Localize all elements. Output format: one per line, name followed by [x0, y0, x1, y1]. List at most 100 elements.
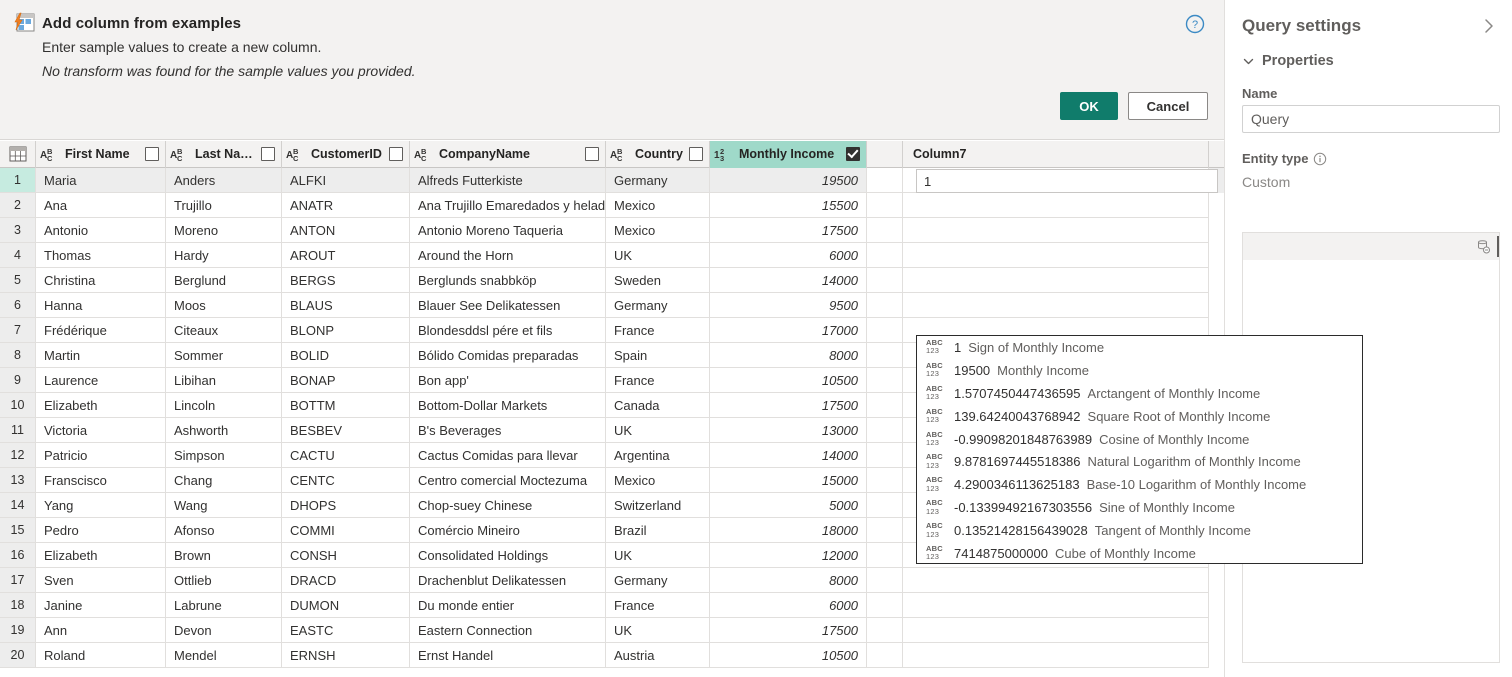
- table-cell[interactable]: UK: [606, 618, 710, 643]
- table-cell[interactable]: BERGS: [282, 268, 410, 293]
- suggestion-item[interactable]: ABC 123 9.8781697445518386 Natural Logarith…: [917, 450, 1362, 473]
- table-cell-empty[interactable]: [903, 593, 1209, 618]
- table-cell[interactable]: Centro comercial Moctezuma: [410, 468, 606, 493]
- select-all-table-icon[interactable]: [0, 140, 36, 168]
- table-cell[interactable]: Alfreds Futterkiste: [410, 168, 606, 193]
- table-cell[interactable]: Sven: [36, 568, 166, 593]
- table-cell[interactable]: 14000: [710, 268, 867, 293]
- properties-section-header[interactable]: Properties: [1242, 53, 1334, 69]
- table-cell[interactable]: Germany: [606, 568, 710, 593]
- table-cell[interactable]: Mexico: [606, 218, 710, 243]
- table-cell[interactable]: ERNSH: [282, 643, 410, 668]
- table-cell[interactable]: Wang: [166, 493, 282, 518]
- table-cell[interactable]: France: [606, 318, 710, 343]
- table-cell-empty[interactable]: [867, 493, 903, 518]
- table-cell[interactable]: Yang: [36, 493, 166, 518]
- table-cell[interactable]: Berglund: [166, 268, 282, 293]
- table-cell[interactable]: DHOPS: [282, 493, 410, 518]
- table-cell-empty[interactable]: [867, 518, 903, 543]
- table-cell[interactable]: AROUT: [282, 243, 410, 268]
- query-name-input[interactable]: [1242, 105, 1500, 133]
- table-cell-empty[interactable]: [903, 643, 1209, 668]
- table-cell[interactable]: EASTC: [282, 618, 410, 643]
- table-cell[interactable]: Ottlieb: [166, 568, 282, 593]
- suggestion-item[interactable]: ABC 123 1.5707450447436595 Arctangent of Mo…: [917, 382, 1362, 405]
- table-cell[interactable]: Blondesddsl pére et fils: [410, 318, 606, 343]
- table-cell[interactable]: Devon: [166, 618, 282, 643]
- table-cell[interactable]: Lincoln: [166, 393, 282, 418]
- grid-column-header-monthly-income[interactable]: 1 2 3 Monthly Income: [710, 140, 867, 168]
- table-cell-empty[interactable]: [867, 293, 903, 318]
- table-cell[interactable]: 15000: [710, 468, 867, 493]
- table-cell[interactable]: Elizabeth: [36, 543, 166, 568]
- table-cell[interactable]: 18000: [710, 518, 867, 543]
- table-cell[interactable]: CENTC: [282, 468, 410, 493]
- table-cell[interactable]: Patricio: [36, 443, 166, 468]
- table-cell[interactable]: Thomas: [36, 243, 166, 268]
- table-cell-empty[interactable]: [867, 268, 903, 293]
- table-cell[interactable]: Austria: [606, 643, 710, 668]
- table-cell[interactable]: Anders: [166, 168, 282, 193]
- table-cell[interactable]: Bon app': [410, 368, 606, 393]
- table-cell[interactable]: Spain: [606, 343, 710, 368]
- table-cell[interactable]: 12000: [710, 543, 867, 568]
- table-cell[interactable]: 15500: [710, 193, 867, 218]
- table-cell[interactable]: Labrune: [166, 593, 282, 618]
- grid-column-header-country[interactable]: A B C Country: [606, 140, 710, 168]
- table-row[interactable]: 4 Thomas Hardy AROUT Around the Horn UK 6000: [0, 243, 1224, 268]
- table-cell[interactable]: Chop-suey Chinese: [410, 493, 606, 518]
- table-cell[interactable]: UK: [606, 543, 710, 568]
- table-cell[interactable]: Eastern Connection: [410, 618, 606, 643]
- table-cell-empty[interactable]: [903, 618, 1209, 643]
- table-cell[interactable]: Victoria: [36, 418, 166, 443]
- grid-column-header-first-name[interactable]: A B C First Name: [36, 140, 166, 168]
- grid-column-header-column7[interactable]: Column7: [903, 140, 1209, 168]
- table-cell[interactable]: Consolidated Holdings: [410, 543, 606, 568]
- table-cell[interactable]: 5000: [710, 493, 867, 518]
- table-cell-empty[interactable]: [867, 568, 903, 593]
- suggestion-item[interactable]: ABC 123 7414875000000 Cube of Monthly Incom…: [917, 542, 1362, 563]
- grid-column-header-last-name[interactable]: A B C Last Name: [166, 140, 282, 168]
- column-checkbox[interactable]: [846, 147, 860, 161]
- table-cell[interactable]: DRACD: [282, 568, 410, 593]
- table-cell[interactable]: Mexico: [606, 193, 710, 218]
- table-cell[interactable]: 17500: [710, 393, 867, 418]
- table-cell[interactable]: 17500: [710, 218, 867, 243]
- table-cell[interactable]: 9500: [710, 293, 867, 318]
- suggestion-item[interactable]: ABC 123 1 Sign of Monthly Income: [917, 336, 1362, 359]
- table-cell-empty[interactable]: [903, 218, 1209, 243]
- table-cell[interactable]: Around the Horn: [410, 243, 606, 268]
- table-cell[interactable]: BONAP: [282, 368, 410, 393]
- table-cell[interactable]: Janine: [36, 593, 166, 618]
- table-cell[interactable]: Bólido Comidas preparadas: [410, 343, 606, 368]
- table-cell[interactable]: France: [606, 593, 710, 618]
- table-row[interactable]: 2 Ana Trujillo ANATR Ana Trujillo Emaredados…: [0, 193, 1224, 218]
- column-checkbox[interactable]: [145, 147, 159, 161]
- table-cell[interactable]: Antonio: [36, 218, 166, 243]
- table-cell[interactable]: Trujillo: [166, 193, 282, 218]
- table-cell-empty[interactable]: [867, 468, 903, 493]
- table-cell[interactable]: Brazil: [606, 518, 710, 543]
- table-cell[interactable]: BOTTM: [282, 393, 410, 418]
- table-cell[interactable]: Chang: [166, 468, 282, 493]
- table-cell-empty[interactable]: [867, 618, 903, 643]
- suggestion-item[interactable]: ABC 123 19500 Monthly Income: [917, 359, 1362, 382]
- table-cell[interactable]: ALFKI: [282, 168, 410, 193]
- column-checkbox[interactable]: [261, 147, 275, 161]
- table-cell[interactable]: Sommer: [166, 343, 282, 368]
- table-cell[interactable]: Du monde entier: [410, 593, 606, 618]
- table-row[interactable]: 3 Antonio Moreno ANTON Antonio Moreno Taquer…: [0, 218, 1224, 243]
- table-cell[interactable]: Martin: [36, 343, 166, 368]
- table-cell[interactable]: Moos: [166, 293, 282, 318]
- table-cell[interactable]: BESBEV: [282, 418, 410, 443]
- table-cell[interactable]: B's Beverages: [410, 418, 606, 443]
- suggestion-item[interactable]: ABC 123 139.64240043768942 Square Root of M…: [917, 405, 1362, 428]
- table-cell[interactable]: Comércio Mineiro: [410, 518, 606, 543]
- table-cell[interactable]: Switzerland: [606, 493, 710, 518]
- table-cell[interactable]: ANATR: [282, 193, 410, 218]
- suggestion-item[interactable]: ABC 123 -0.99098201848763989 Cosine of Mont…: [917, 428, 1362, 451]
- table-cell[interactable]: UK: [606, 418, 710, 443]
- table-cell[interactable]: COMMI: [282, 518, 410, 543]
- table-cell[interactable]: 13000: [710, 418, 867, 443]
- suggestion-dropdown[interactable]: ABC 123 1 Sign of Monthly Income ABC 123 19500…: [916, 335, 1363, 564]
